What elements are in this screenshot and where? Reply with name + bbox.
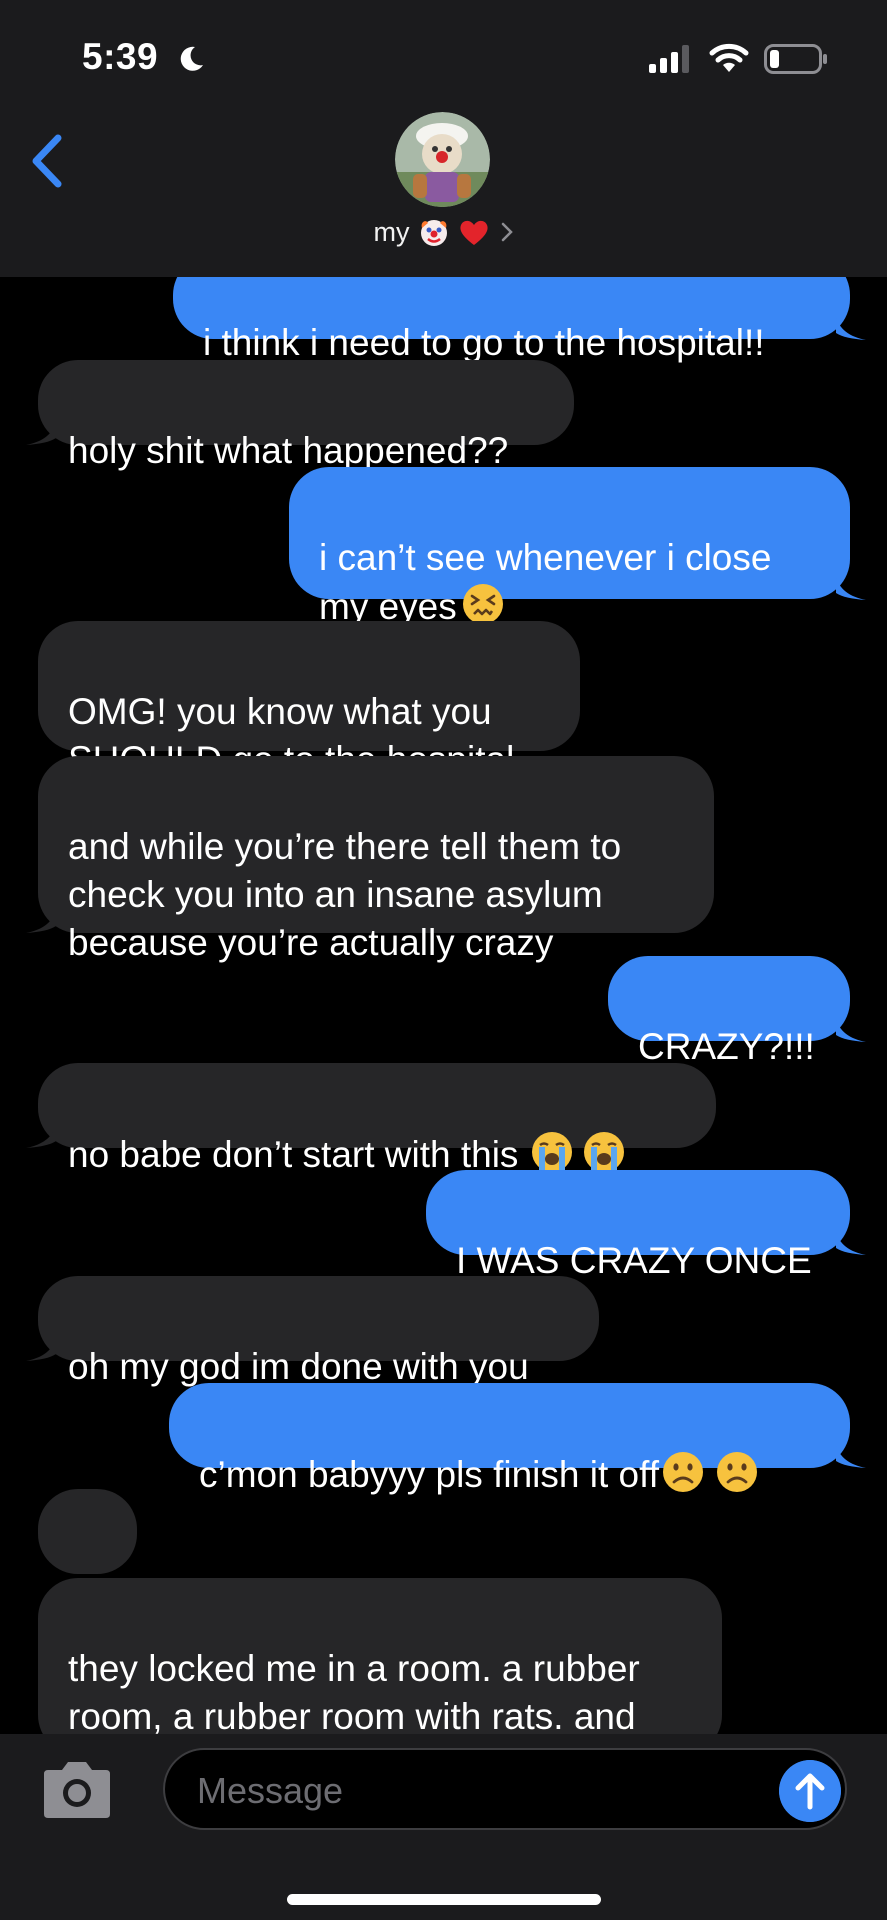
message-bubble-sent[interactable]: i can’t see whenever i close my eyes xyxy=(289,467,850,627)
message-bubble-sent[interactable]: CRAZY?!!! xyxy=(608,956,850,1067)
wifi-icon xyxy=(709,43,749,72)
message-text: c’mon babyyy pls finish it off xyxy=(199,1454,659,1495)
bubble-tail xyxy=(26,908,56,933)
signal-icon xyxy=(649,45,689,73)
bubble-tail xyxy=(26,1123,56,1148)
clown-face-emoji xyxy=(420,220,447,246)
message-text: no babe don’t start with this xyxy=(68,1134,519,1175)
message-text: and while you’re there tell them to chec… xyxy=(68,826,622,963)
contact-name[interactable]: my xyxy=(0,216,887,248)
battery-icon xyxy=(764,44,827,74)
status-time: 5:39 xyxy=(82,36,159,77)
avatar[interactable] xyxy=(395,112,490,207)
message-bubble-received[interactable]: OMG! you know what you SHOULD go to the … xyxy=(38,621,580,780)
bubble-tail xyxy=(836,1017,866,1042)
bubble-tail xyxy=(836,575,866,600)
contact-name-label: my xyxy=(373,216,410,247)
red-heart-emoji xyxy=(459,220,488,245)
status-bar: 5:39 xyxy=(0,0,887,110)
frowning-face-emoji xyxy=(716,1452,757,1492)
send-button[interactable] xyxy=(779,1760,841,1822)
message-bubble-sent[interactable]: I WAS CRAZY ONCE xyxy=(426,1170,850,1281)
camera-button[interactable] xyxy=(38,1758,116,1822)
message-bubble-received[interactable]: no babe don’t start with this xyxy=(38,1063,716,1175)
message-field[interactable] xyxy=(163,1748,847,1830)
bubble-tail xyxy=(836,1230,866,1255)
message-thread[interactable]: i think i need to go to the hospital!! h… xyxy=(0,277,887,1734)
message-input[interactable] xyxy=(195,1766,739,1816)
chevron-right-icon xyxy=(501,222,513,242)
compose-bar xyxy=(0,1734,887,1920)
message-text: holy shit what happened?? xyxy=(68,430,509,471)
back-button[interactable] xyxy=(22,126,72,196)
message-bubble-sent[interactable]: c’mon babyyy pls finish it off xyxy=(169,1383,850,1495)
bubble-tail xyxy=(836,315,866,340)
loudly-crying-face-emoji xyxy=(532,1132,573,1172)
message-text: CRAZY?!!! xyxy=(638,1026,815,1067)
home-indicator[interactable] xyxy=(287,1894,601,1905)
frowning-face-emoji xyxy=(662,1452,703,1492)
message-bubble-received[interactable]: they locked me in a room. a rubber room,… xyxy=(38,1578,722,1734)
message-text: they locked me in a room. a rubber room,… xyxy=(68,1648,640,1734)
message-text: oh my god im done with you xyxy=(68,1346,529,1387)
message-bubble-received[interactable]: oh my god im done with you xyxy=(38,1276,599,1387)
bubble-tail xyxy=(836,1443,866,1468)
message-text: i think i need to go to the hospital!! xyxy=(203,322,765,363)
loudly-crying-face-emoji xyxy=(584,1132,625,1172)
message-bubble-sent[interactable]: i think i need to go to the hospital!! xyxy=(173,277,850,363)
message-bubble-received[interactable]: and while you’re there tell them to chec… xyxy=(38,756,714,963)
bubble-tail xyxy=(26,420,56,445)
message-bubble-received[interactable]: .... xyxy=(38,1489,137,1600)
moon-icon xyxy=(180,46,203,71)
bubble-tail xyxy=(26,1336,56,1361)
confounded-face-emoji xyxy=(462,584,503,624)
message-text: I WAS CRAZY ONCE xyxy=(456,1240,812,1281)
conversation-header: my xyxy=(0,110,887,277)
message-text: i can’t see whenever i close my eyes xyxy=(319,537,772,627)
message-bubble-received[interactable]: holy shit what happened?? xyxy=(38,360,574,471)
